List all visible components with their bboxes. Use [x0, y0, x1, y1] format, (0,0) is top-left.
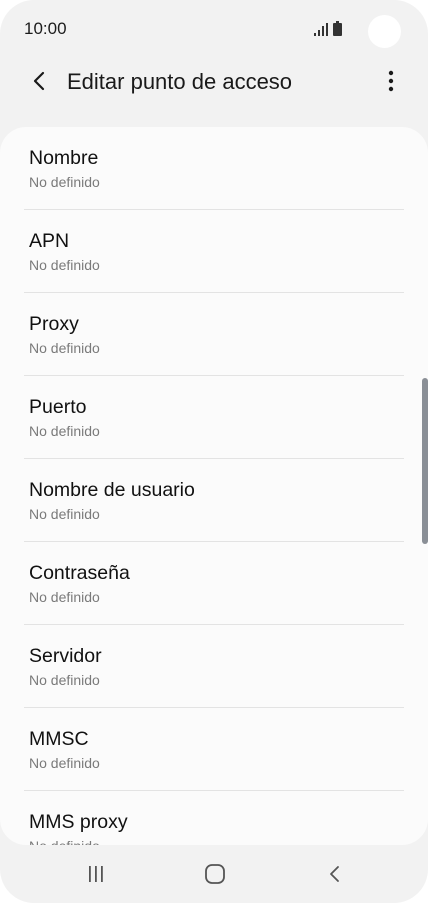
setting-title: APN	[29, 230, 70, 252]
battery-icon	[333, 21, 342, 36]
more-vertical-icon	[388, 70, 394, 92]
setting-item-nombre[interactable]: Nombre No definido	[0, 127, 428, 210]
home-icon	[205, 864, 225, 884]
setting-item-servidor[interactable]: Servidor No definido	[0, 625, 428, 708]
more-options-button[interactable]	[374, 64, 408, 98]
setting-value: No definido	[29, 340, 100, 356]
status-time: 10:00	[24, 19, 67, 38]
status-icons	[314, 20, 342, 36]
setting-value: No definido	[29, 174, 100, 190]
setting-value: No definido	[29, 837, 428, 845]
status-bar: 10:00	[0, 0, 428, 58]
setting-title: Contraseña	[29, 562, 130, 584]
setting-item-mms-proxy[interactable]: MMS proxy No definido	[0, 791, 428, 845]
recents-icon	[89, 866, 103, 882]
setting-value: No definido	[29, 589, 100, 605]
setting-title: MMS proxy	[29, 811, 128, 833]
recents-button[interactable]	[76, 859, 116, 889]
setting-title: Proxy	[29, 313, 79, 335]
setting-item-nombre-de-usuario[interactable]: Nombre de usuario No definido	[0, 459, 428, 542]
setting-title: Nombre de usuario	[29, 479, 195, 501]
phone-screen: 10:00 Editar punto de acceso Nombre No d…	[0, 0, 428, 903]
setting-item-contrasena[interactable]: Contraseña No definido	[0, 542, 428, 625]
setting-value: No definido	[29, 257, 100, 273]
signal-icon	[314, 23, 328, 36]
setting-title: Nombre	[29, 147, 99, 169]
setting-item-mmsc[interactable]: MMSC No definido	[0, 708, 428, 791]
setting-title: MMSC	[29, 728, 89, 750]
home-button[interactable]	[195, 859, 235, 889]
settings-card: Nombre No definido APN No definido Proxy…	[0, 127, 428, 845]
setting-value: No definido	[29, 755, 100, 771]
settings-list: Nombre No definido APN No definido Proxy…	[0, 127, 428, 845]
setting-item-puerto[interactable]: Puerto No definido	[0, 376, 428, 459]
setting-item-proxy[interactable]: Proxy No definido	[0, 293, 428, 376]
setting-value: No definido	[29, 506, 100, 522]
back-icon	[330, 866, 339, 882]
chevron-left-icon	[33, 71, 45, 91]
setting-title: Servidor	[29, 645, 102, 667]
scrollbar[interactable]	[422, 378, 428, 544]
app-bar: Editar punto de acceso	[0, 58, 428, 106]
page-title: Editar punto de acceso	[67, 69, 293, 94]
back-button[interactable]	[22, 64, 56, 98]
back-nav-button[interactable]	[315, 859, 355, 889]
setting-item-apn[interactable]: APN No definido	[0, 210, 428, 293]
camera-cutout	[368, 15, 401, 48]
navigation-bar	[0, 845, 428, 903]
setting-value: No definido	[29, 423, 100, 439]
setting-title: Puerto	[29, 396, 87, 418]
setting-value: No definido	[29, 672, 100, 688]
